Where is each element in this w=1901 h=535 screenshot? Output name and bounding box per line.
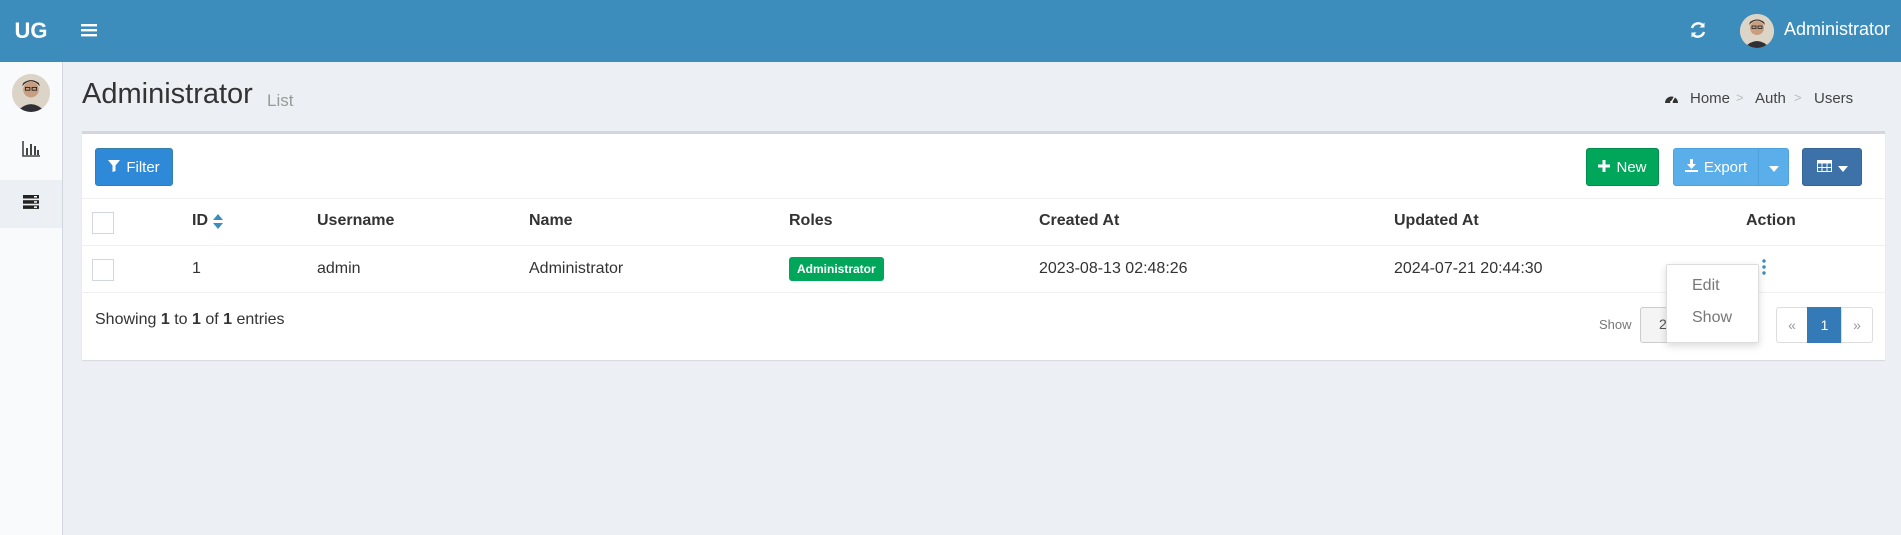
page-subtitle: List — [267, 91, 294, 110]
entries-text: entries — [236, 311, 285, 328]
of-text: of — [205, 311, 219, 328]
new-label: New — [1616, 158, 1647, 176]
action-menu-icon[interactable] — [1758, 258, 1770, 276]
breadcrumb-users: Users — [1814, 90, 1854, 107]
pagination-prev[interactable]: « — [1776, 307, 1808, 343]
breadcrumb-separator: > — [1736, 90, 1744, 105]
new-button[interactable]: New — [1586, 148, 1659, 186]
divider — [82, 292, 1885, 293]
role-badge: Administrator — [789, 257, 884, 281]
filter-icon — [108, 159, 121, 176]
page-title: Administrator — [82, 78, 253, 110]
sidebar — [0, 62, 63, 535]
bar-chart-icon — [21, 140, 41, 163]
showing-text: Showing — [95, 311, 157, 328]
pagination-page-1[interactable]: 1 — [1807, 307, 1842, 343]
hamburger-icon[interactable] — [78, 19, 100, 41]
refresh-icon[interactable] — [1686, 18, 1710, 42]
menu-item-show[interactable]: Show — [1692, 309, 1732, 327]
breadcrumb-home[interactable]: Home — [1690, 90, 1730, 107]
row-action-menu: Edit Show — [1666, 264, 1759, 343]
cell-name: Administrator — [529, 260, 624, 277]
dashboard-icon — [1664, 92, 1679, 111]
sidebar-item-system[interactable] — [0, 180, 62, 228]
user-avatar[interactable] — [1740, 14, 1774, 48]
menu-item-edit[interactable]: Edit — [1692, 277, 1720, 295]
server-icon — [22, 194, 40, 215]
sidebar-avatar — [12, 74, 50, 112]
caret-down-icon — [1768, 159, 1779, 176]
show-label: Show — [1599, 317, 1632, 332]
entries-total: 1 — [223, 311, 233, 328]
pagination-next[interactable]: » — [1841, 307, 1873, 343]
user-name[interactable]: Administrator — [1784, 19, 1890, 40]
caret-down-icon — [1837, 159, 1848, 176]
export-label: Export — [1703, 158, 1748, 176]
column-header-action: Action — [1746, 212, 1796, 229]
row-checkbox[interactable] — [92, 259, 114, 281]
download-icon — [1684, 158, 1698, 176]
cell-created-at: 2023-08-13 02:48:26 — [1039, 260, 1188, 277]
users-grid-box: Filter New Export ID Username Name Roles… — [82, 131, 1885, 360]
breadcrumb-separator: > — [1794, 90, 1802, 105]
entries-info: Showing 1 to 1 of 1 entries — [95, 311, 285, 329]
select-all-checkbox[interactable] — [92, 212, 114, 234]
table-icon — [1816, 159, 1832, 176]
cell-id: 1 — [192, 260, 201, 277]
sidebar-item-dashboard[interactable] — [0, 127, 62, 175]
filter-label: Filter — [126, 158, 160, 176]
column-header-created-at: Created At — [1039, 212, 1120, 229]
entries-to: 1 — [191, 311, 201, 328]
column-header-id[interactable]: ID — [192, 212, 208, 230]
cell-username: admin — [317, 260, 361, 277]
to-text: to — [174, 311, 188, 328]
export-dropdown-toggle[interactable] — [1758, 148, 1789, 186]
sort-icon[interactable] — [213, 214, 223, 235]
entries-from: 1 — [160, 311, 170, 328]
column-selector-button[interactable] — [1802, 148, 1862, 186]
plus-icon — [1598, 159, 1611, 176]
top-navbar: UG Administrator — [0, 0, 1901, 62]
breadcrumb-auth[interactable]: Auth — [1755, 90, 1786, 107]
export-button[interactable]: Export — [1673, 148, 1759, 186]
cell-updated-at: 2024-07-21 20:44:30 — [1394, 260, 1543, 277]
divider — [82, 245, 1885, 246]
filter-button[interactable]: Filter — [95, 148, 173, 186]
column-header-name: Name — [529, 212, 573, 229]
app-logo[interactable]: UG — [0, 0, 62, 62]
divider — [82, 198, 1885, 199]
column-header-updated-at: Updated At — [1394, 212, 1479, 229]
column-header-username: Username — [317, 212, 395, 229]
column-header-roles: Roles — [789, 212, 833, 229]
